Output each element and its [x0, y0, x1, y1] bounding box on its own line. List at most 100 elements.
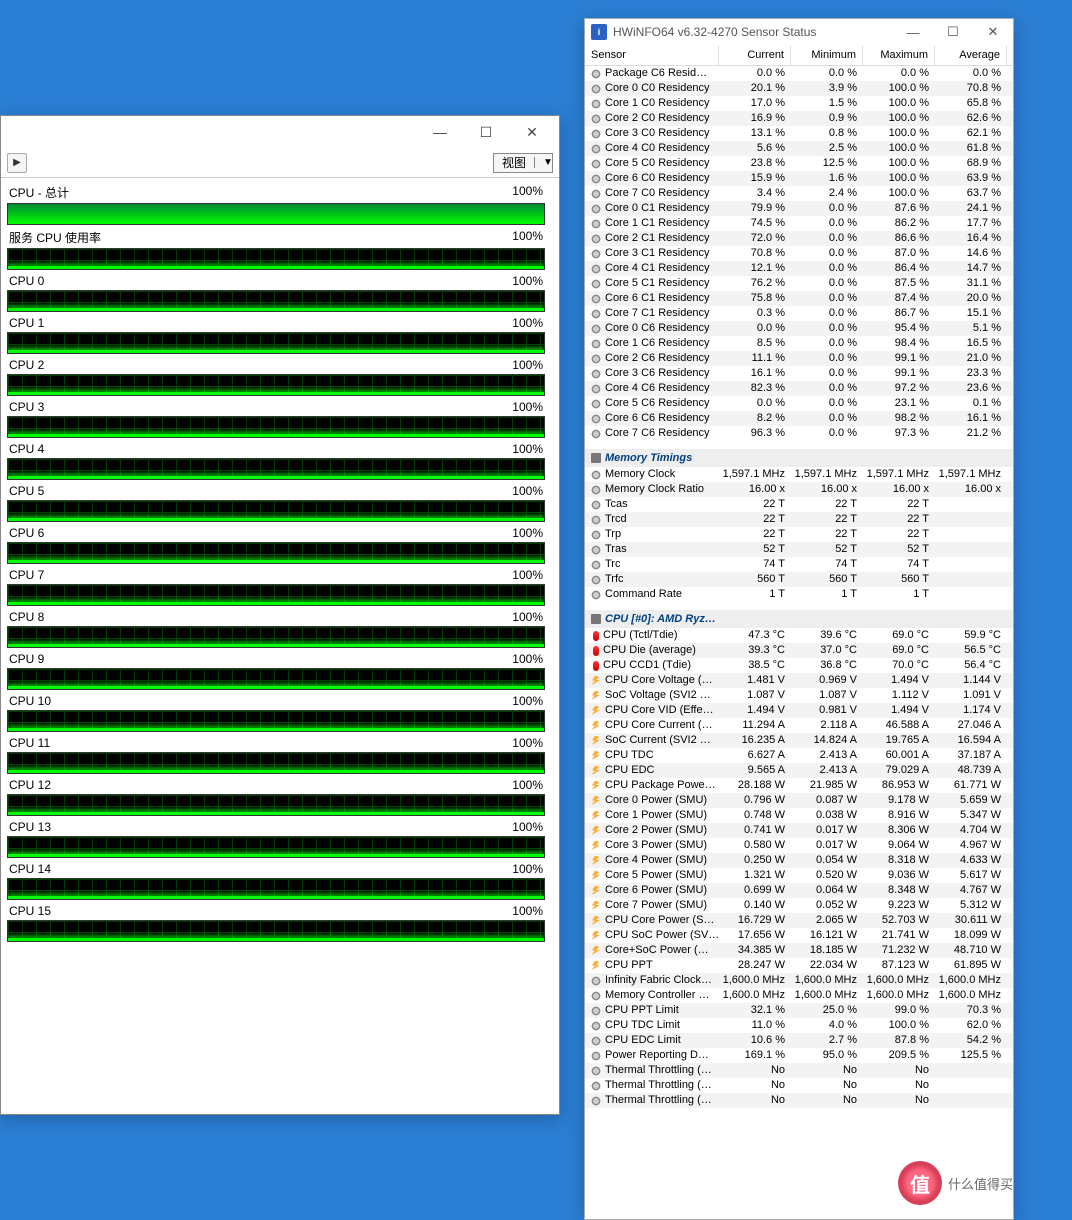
sensor-row[interactable]: Power Reporting D… 169.1 % 95.0 % 209.5 …: [585, 1048, 1013, 1063]
sensor-max: 87.5 %: [863, 276, 935, 291]
play-icon[interactable]: ▶: [7, 153, 27, 173]
sensor-row[interactable]: Core 3 C1 Residency 70.8 % 0.0 % 87.0 % …: [585, 246, 1013, 261]
sensor-row[interactable]: Core 3 C0 Residency 13.1 % 0.8 % 100.0 %…: [585, 126, 1013, 141]
sensor-row[interactable]: CPU Core Voltage (… 1.481 V 0.969 V 1.49…: [585, 673, 1013, 688]
sensor-row[interactable]: Core 2 C1 Residency 72.0 % 0.0 % 86.6 % …: [585, 231, 1013, 246]
minimize-button[interactable]: —: [893, 25, 933, 40]
maximize-button[interactable]: ☐: [933, 24, 973, 40]
hwinfo-body[interactable]: Package C6 Resid… 0.0 % 0.0 % 0.0 % 0.0 …: [585, 66, 1013, 1219]
close-button[interactable]: ✕: [509, 120, 555, 144]
sensor-row[interactable]: CPU EDC 9.565 A 2.413 A 79.029 A 48.739 …: [585, 763, 1013, 778]
sensor-current: 52 T: [719, 542, 791, 557]
sensor-section-header[interactable]: CPU [#0]: AMD Ryz…: [585, 610, 1013, 628]
sensor-row[interactable]: Core 1 C6 Residency 8.5 % 0.0 % 98.4 % 1…: [585, 336, 1013, 351]
sensor-row[interactable]: Trfc 560 T 560 T 560 T: [585, 572, 1013, 587]
sensor-row[interactable]: Trp 22 T 22 T 22 T: [585, 527, 1013, 542]
sensor-row[interactable]: Package C6 Resid… 0.0 % 0.0 % 0.0 % 0.0 …: [585, 66, 1013, 81]
sensor-row[interactable]: Thermal Throttling (… No No No: [585, 1063, 1013, 1078]
sensor-row[interactable]: CPU EDC Limit 10.6 % 2.7 % 87.8 % 54.2 %: [585, 1033, 1013, 1048]
sensor-row[interactable]: Memory Clock Ratio 16.00 x 16.00 x 16.00…: [585, 482, 1013, 497]
sensor-row[interactable]: CPU Package Powe… 28.188 W 21.985 W 86.9…: [585, 778, 1013, 793]
sensor-row[interactable]: Core 6 C6 Residency 8.2 % 0.0 % 98.2 % 1…: [585, 411, 1013, 426]
sensor-row[interactable]: Thermal Throttling (… No No No: [585, 1093, 1013, 1108]
sensor-row[interactable]: Core 1 C0 Residency 17.0 % 1.5 % 100.0 %…: [585, 96, 1013, 111]
sensor-row[interactable]: Core 1 Power (SMU) 0.748 W 0.038 W 8.916…: [585, 808, 1013, 823]
sensor-row[interactable]: Core 6 C0 Residency 15.9 % 1.6 % 100.0 %…: [585, 171, 1013, 186]
sensor-row[interactable]: Core 2 Power (SMU) 0.741 W 0.017 W 8.306…: [585, 823, 1013, 838]
close-button[interactable]: ✕: [973, 24, 1013, 40]
sensor-row[interactable]: Core 7 Power (SMU) 0.140 W 0.052 W 9.223…: [585, 898, 1013, 913]
sensor-row[interactable]: Core 7 C1 Residency 0.3 % 0.0 % 86.7 % 1…: [585, 306, 1013, 321]
sensor-row[interactable]: Core 1 C1 Residency 74.5 % 0.0 % 86.2 % …: [585, 216, 1013, 231]
sensor-row[interactable]: CPU CCD1 (Tdie) 38.5 °C 36.8 °C 70.0 °C …: [585, 658, 1013, 673]
sensor-row[interactable]: Memory Controller … 1,600.0 MHz 1,600.0 …: [585, 988, 1013, 1003]
sensor-row[interactable]: Core 6 Power (SMU) 0.699 W 0.064 W 8.348…: [585, 883, 1013, 898]
sensor-row[interactable]: Core 3 Power (SMU) 0.580 W 0.017 W 9.064…: [585, 838, 1013, 853]
col-maximum[interactable]: Maximum: [863, 45, 935, 65]
sensor-row[interactable]: Tras 52 T 52 T 52 T: [585, 542, 1013, 557]
watermark: 值 什么值得买: [898, 1156, 1058, 1210]
sensor-row[interactable]: Trcd 22 T 22 T 22 T: [585, 512, 1013, 527]
sensor-row[interactable]: Core 2 C0 Residency 16.9 % 0.9 % 100.0 %…: [585, 111, 1013, 126]
sensor-row[interactable]: CPU TDC 6.627 A 2.413 A 60.001 A 37.187 …: [585, 748, 1013, 763]
sensor-row[interactable]: CPU Core Current (… 11.294 A 2.118 A 46.…: [585, 718, 1013, 733]
sensor-row[interactable]: CPU TDC Limit 11.0 % 4.0 % 100.0 % 62.0 …: [585, 1018, 1013, 1033]
sensor-row[interactable]: Thermal Throttling (… No No No: [585, 1078, 1013, 1093]
sensor-row[interactable]: Core 2 C6 Residency 11.1 % 0.0 % 99.1 % …: [585, 351, 1013, 366]
cpu-row: CPU - 总计 100%: [7, 182, 545, 225]
sensor-row[interactable]: SoC Voltage (SVI2 … 1.087 V 1.087 V 1.11…: [585, 688, 1013, 703]
sensor-row[interactable]: CPU (Tctl/Tdie) 47.3 °C 39.6 °C 69.0 °C …: [585, 628, 1013, 643]
sensor-row[interactable]: Trc 74 T 74 T 74 T: [585, 557, 1013, 572]
maximize-button[interactable]: ☐: [463, 120, 509, 144]
col-current[interactable]: Current: [719, 45, 791, 65]
sensor-min: 0.0 %: [791, 321, 863, 336]
col-average[interactable]: Average: [935, 45, 1007, 65]
sensor-section-header[interactable]: Memory Timings: [585, 449, 1013, 467]
sensor-row[interactable]: Core 0 C1 Residency 79.9 % 0.0 % 87.6 % …: [585, 201, 1013, 216]
sensor-name: Core 1 C1 Residency: [605, 216, 710, 231]
sensor-row[interactable]: Core 5 Power (SMU) 1.321 W 0.520 W 9.036…: [585, 868, 1013, 883]
sensor-row[interactable]: SoC Current (SVI2 … 16.235 A 14.824 A 19…: [585, 733, 1013, 748]
view-dropdown[interactable]: 视图 ▼: [493, 153, 553, 173]
sensor-row[interactable]: Command Rate 1 T 1 T 1 T: [585, 587, 1013, 602]
sensor-row[interactable]: CPU Core VID (Effe… 1.494 V 0.981 V 1.49…: [585, 703, 1013, 718]
sensor-current: 9.565 A: [719, 763, 791, 778]
sensor-row[interactable]: CPU Die (average) 39.3 °C 37.0 °C 69.0 °…: [585, 643, 1013, 658]
sensor-row[interactable]: CPU Core Power (S… 16.729 W 2.065 W 52.7…: [585, 913, 1013, 928]
cpu-body[interactable]: CPU - 总计 100% 服务 CPU 使用率 100% CPU 0 100%…: [1, 178, 559, 1114]
sensor-row[interactable]: Core 4 C1 Residency 12.1 % 0.0 % 86.4 % …: [585, 261, 1013, 276]
chevron-down-icon: ▼: [534, 157, 552, 168]
cpu-graph: [7, 920, 545, 942]
sensor-row[interactable]: Core 4 C0 Residency 5.6 % 2.5 % 100.0 % …: [585, 141, 1013, 156]
sensor-row[interactable]: Core 5 C0 Residency 23.8 % 12.5 % 100.0 …: [585, 156, 1013, 171]
sensor-row[interactable]: Tcas 22 T 22 T 22 T: [585, 497, 1013, 512]
minimize-button[interactable]: —: [417, 120, 463, 144]
sensor-row[interactable]: Core 4 C6 Residency 82.3 % 0.0 % 97.2 % …: [585, 381, 1013, 396]
sensor-row[interactable]: CPU SoC Power (SV… 17.656 W 16.121 W 21.…: [585, 928, 1013, 943]
sensor-row[interactable]: CPU PPT 28.247 W 22.034 W 87.123 W 61.89…: [585, 958, 1013, 973]
sensor-name: Core 3 C0 Residency: [605, 126, 710, 141]
sensor-row[interactable]: Core 0 C0 Residency 20.1 % 3.9 % 100.0 %…: [585, 81, 1013, 96]
sensor-row[interactable]: CPU PPT Limit 32.1 % 25.0 % 99.0 % 70.3 …: [585, 1003, 1013, 1018]
sensor-row[interactable]: Core 4 Power (SMU) 0.250 W 0.054 W 8.318…: [585, 853, 1013, 868]
clock-icon: [591, 485, 601, 495]
sensor-row[interactable]: Core 3 C6 Residency 16.1 % 0.0 % 99.1 % …: [585, 366, 1013, 381]
sensor-max: 98.4 %: [863, 336, 935, 351]
sensor-min: 52 T: [791, 542, 863, 557]
sensor-avg: 1.144 V: [935, 673, 1007, 688]
sensor-row[interactable]: Infinity Fabric Clock… 1,600.0 MHz 1,600…: [585, 973, 1013, 988]
sensor-row[interactable]: Core 7 C6 Residency 96.3 % 0.0 % 97.3 % …: [585, 426, 1013, 441]
sensor-row[interactable]: Core 0 C6 Residency 0.0 % 0.0 % 95.4 % 5…: [585, 321, 1013, 336]
sensor-max: 99.0 %: [863, 1003, 935, 1018]
sensor-row[interactable]: Core 0 Power (SMU) 0.796 W 0.087 W 9.178…: [585, 793, 1013, 808]
clock-icon: [591, 590, 601, 600]
col-minimum[interactable]: Minimum: [791, 45, 863, 65]
col-sensor[interactable]: Sensor: [585, 45, 719, 65]
sensor-row[interactable]: Core 5 C1 Residency 76.2 % 0.0 % 87.5 % …: [585, 276, 1013, 291]
sensor-row[interactable]: Core 5 C6 Residency 0.0 % 0.0 % 23.1 % 0…: [585, 396, 1013, 411]
sensor-row[interactable]: Core 7 C0 Residency 3.4 % 2.4 % 100.0 % …: [585, 186, 1013, 201]
sensor-row[interactable]: Core 6 C1 Residency 75.8 % 0.0 % 87.4 % …: [585, 291, 1013, 306]
sensor-row[interactable]: Core+SoC Power (… 34.385 W 18.185 W 71.2…: [585, 943, 1013, 958]
sensor-avg: 56.5 °C: [935, 643, 1007, 658]
sensor-row[interactable]: Memory Clock 1,597.1 MHz 1,597.1 MHz 1,5…: [585, 467, 1013, 482]
